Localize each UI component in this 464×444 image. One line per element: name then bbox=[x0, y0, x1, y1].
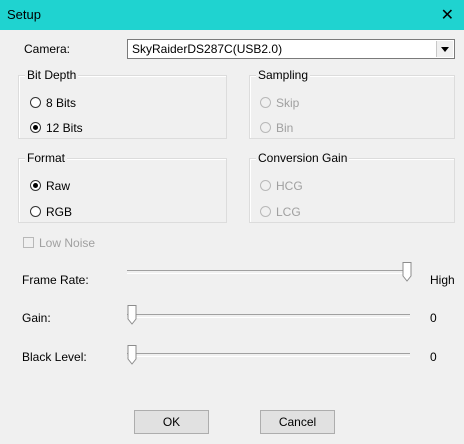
window-title: Setup bbox=[7, 7, 41, 22]
black-level-value: 0 bbox=[430, 350, 437, 364]
radio-8-bits[interactable] bbox=[30, 97, 41, 108]
conversion-gain-title: Conversion Gain bbox=[256, 151, 350, 165]
ok-button[interactable]: OK bbox=[134, 410, 209, 434]
close-icon[interactable]: ✕ bbox=[441, 5, 454, 25]
radio-rgb-label: RGB bbox=[46, 205, 73, 219]
gain-track[interactable] bbox=[127, 314, 410, 318]
format-title: Format bbox=[25, 151, 68, 165]
low-noise-checkbox[interactable] bbox=[23, 237, 34, 248]
radio-12-bits-label: 12 Bits bbox=[46, 121, 83, 135]
radio-raw[interactable] bbox=[30, 180, 41, 191]
radio-lcg[interactable] bbox=[260, 206, 271, 217]
cancel-button[interactable]: Cancel bbox=[260, 410, 335, 434]
black-level-slider-thumb[interactable] bbox=[127, 345, 137, 365]
title-bar: Setup ✕ bbox=[0, 0, 464, 30]
radio-skip[interactable] bbox=[260, 97, 271, 108]
low-noise-label: Low Noise bbox=[39, 236, 96, 250]
radio-lcg-label: LCG bbox=[276, 205, 301, 219]
frame-rate-value: High bbox=[430, 273, 455, 287]
camera-select-value: SkyRaiderDS287C(USB2.0) bbox=[132, 42, 283, 56]
gain-label: Gain: bbox=[22, 311, 51, 325]
chevron-down-icon[interactable] bbox=[436, 41, 453, 57]
black-level-label: Black Level: bbox=[22, 350, 87, 364]
gain-value: 0 bbox=[430, 311, 437, 325]
radio-hcg[interactable] bbox=[260, 180, 271, 191]
frame-rate-slider-thumb[interactable] bbox=[402, 262, 412, 282]
radio-skip-label: Skip bbox=[276, 96, 300, 110]
bit-depth-title: Bit Depth bbox=[25, 68, 79, 82]
radio-8-bits-label: 8 Bits bbox=[46, 96, 77, 110]
camera-select[interactable]: SkyRaiderDS287C(USB2.0) bbox=[127, 39, 455, 59]
radio-bin[interactable] bbox=[260, 122, 271, 133]
camera-label: Camera: bbox=[24, 42, 71, 56]
sampling-title: Sampling bbox=[256, 68, 311, 82]
radio-rgb[interactable] bbox=[30, 206, 41, 217]
radio-hcg-label: HCG bbox=[276, 179, 303, 193]
radio-raw-label: Raw bbox=[46, 179, 71, 193]
radio-12-bits[interactable] bbox=[30, 122, 41, 133]
radio-bin-label: Bin bbox=[276, 121, 294, 135]
frame-rate-label: Frame Rate: bbox=[22, 273, 89, 287]
frame-rate-track[interactable] bbox=[127, 270, 410, 274]
black-level-track[interactable] bbox=[127, 353, 410, 357]
gain-slider-thumb[interactable] bbox=[127, 305, 137, 325]
